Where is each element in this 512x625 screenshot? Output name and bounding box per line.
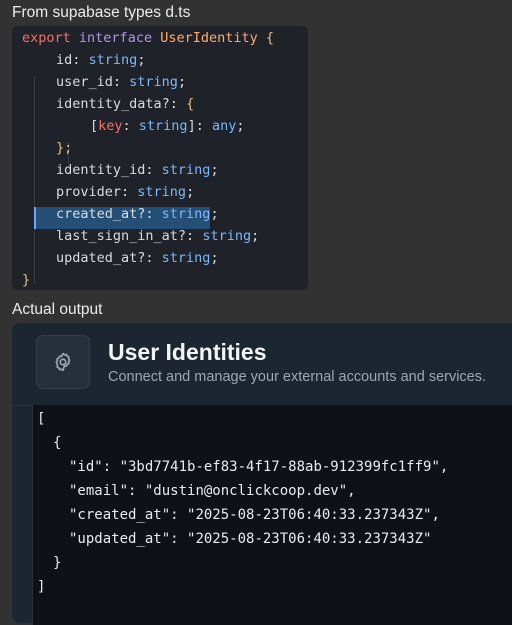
code-line: created_at?: string; (56, 206, 219, 222)
json-output-panel: [ { "id": "3bd7741b-ef83-4f17-88ab-91239… (32, 405, 512, 625)
code-line: identity_data?: { (56, 96, 195, 112)
card-title: User Identities (108, 339, 267, 365)
output-heading: Actual output (12, 301, 103, 318)
settings-icon-box (36, 335, 90, 389)
json-line: "updated_at": "2025-08-23T06:40:33.23734… (69, 531, 432, 547)
user-identities-card: User Identities Connect and manage your … (12, 323, 512, 625)
code-line: user_id: string; (56, 74, 187, 90)
code-line: provider: string; (56, 184, 195, 200)
json-line: } (53, 555, 62, 571)
json-line: [ (37, 411, 46, 427)
card-subtitle: Connect and manage your external account… (108, 369, 487, 385)
json-line: "created_at": "2025-08-23T06:40:33.23734… (69, 507, 440, 523)
code-line: last_sign_in_at?: string; (56, 228, 260, 244)
code-line: export interface UserIdentity { (22, 30, 275, 46)
code-line: id: string; (56, 52, 146, 68)
code-line: identity_id: string; (56, 162, 219, 178)
types-code-block: export interface UserIdentity { id: stri… (12, 26, 308, 290)
json-line: "email": "dustin@onclickcoop.dev", (69, 483, 356, 499)
gear-icon (55, 352, 71, 372)
types-heading: From supabase types d.ts (12, 4, 191, 21)
text-cursor (34, 207, 36, 229)
code-line: }; (56, 140, 73, 156)
json-line: { (53, 435, 62, 451)
code-line: [key: string]: any; (90, 118, 245, 134)
json-line: "id": "3bd7741b-ef83-4f17-88ab-912399fc1… (69, 459, 449, 475)
json-line: ] (37, 579, 46, 595)
code-line: updated_at?: string; (56, 250, 219, 266)
code-line: } (22, 272, 31, 288)
card-header: User Identities Connect and manage your … (12, 323, 512, 406)
indent-guide (34, 76, 35, 284)
